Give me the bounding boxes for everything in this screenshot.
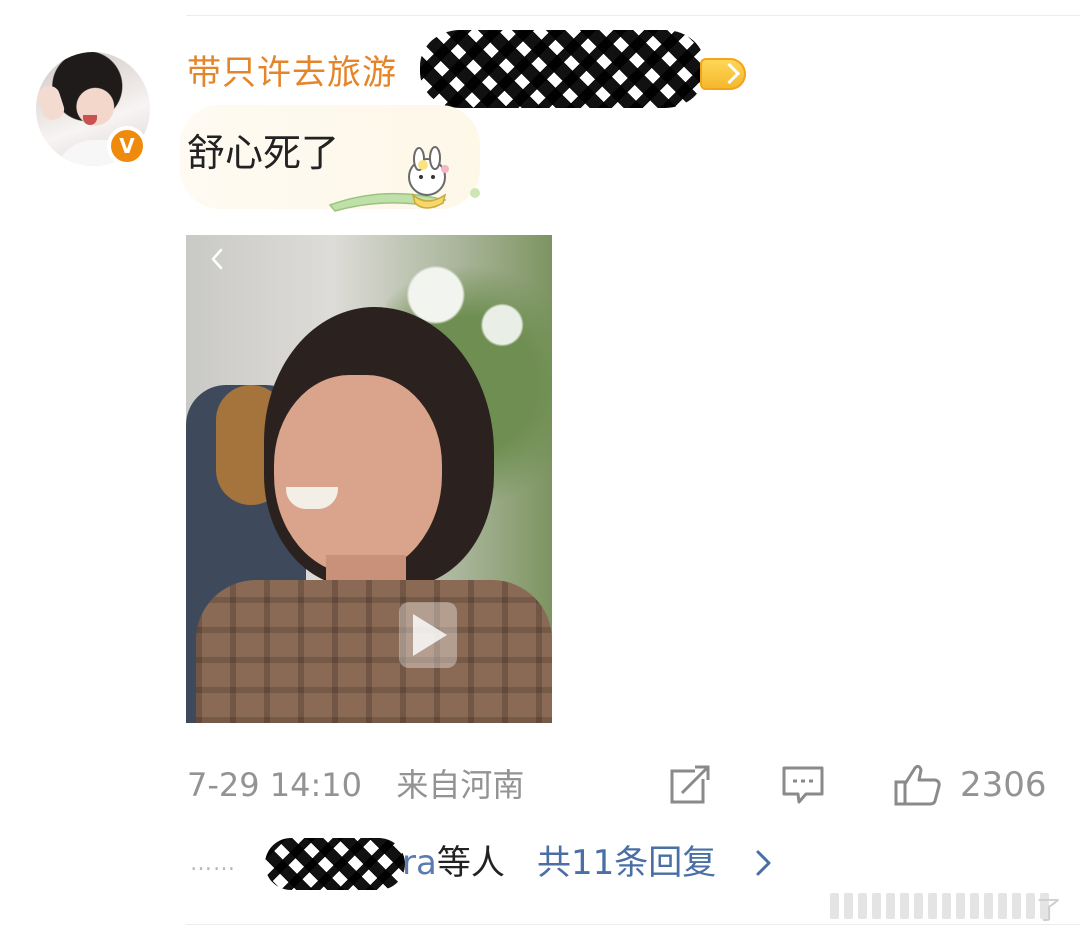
username[interactable]: 带只许去旅游 bbox=[187, 50, 397, 96]
reply-users[interactable]: ra等人 bbox=[402, 840, 505, 886]
redaction-scribble bbox=[420, 30, 705, 108]
play-icon[interactable] bbox=[399, 602, 457, 668]
bottom-divider bbox=[186, 924, 1080, 925]
comment-icon[interactable] bbox=[780, 762, 826, 808]
top-divider bbox=[186, 15, 1080, 16]
bunny-sticker-icon bbox=[328, 146, 480, 212]
like-count: 2306 bbox=[960, 765, 1047, 805]
redaction-scribble bbox=[265, 838, 405, 890]
reply-count-link[interactable]: 共11条回复 bbox=[537, 840, 716, 886]
level-badge-icon bbox=[700, 58, 746, 90]
verified-badge-icon: V bbox=[107, 126, 147, 166]
reply-user-fragment: ra bbox=[402, 843, 437, 883]
back-arrow-icon[interactable] bbox=[206, 247, 230, 271]
watermark: 了 bbox=[830, 888, 1070, 926]
chevron-right-icon[interactable] bbox=[752, 848, 776, 878]
video-thumbnail[interactable] bbox=[186, 235, 552, 723]
share-icon[interactable] bbox=[667, 762, 713, 808]
like-icon[interactable] bbox=[893, 762, 943, 808]
location: 来自河南 bbox=[396, 766, 525, 804]
reply-users-suffix: 等人 bbox=[436, 843, 505, 883]
post-text: 舒心死了 bbox=[187, 131, 340, 175]
reply-dots: …… bbox=[190, 851, 236, 876]
watermark-text: 了 bbox=[1035, 896, 1062, 926]
post-meta: 7-29 14:10 来自河南 bbox=[187, 763, 524, 807]
timestamp: 7-29 14:10 bbox=[187, 766, 363, 804]
